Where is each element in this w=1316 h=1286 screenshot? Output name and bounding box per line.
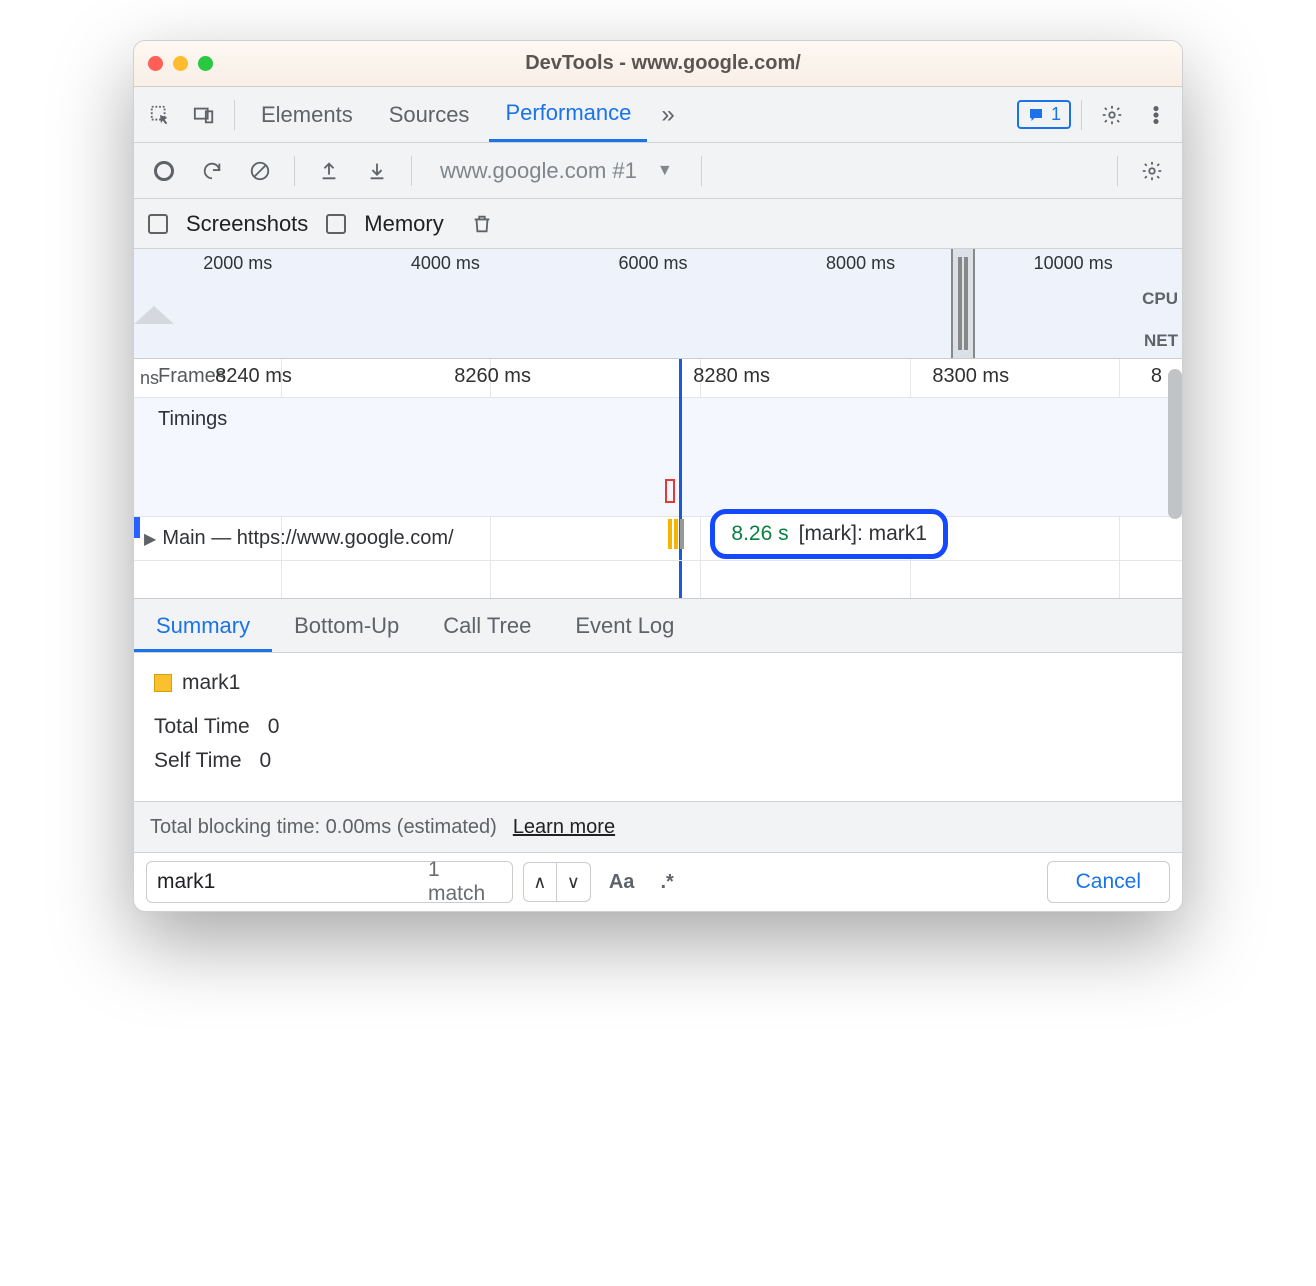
screenshots-checkbox[interactable] — [148, 214, 168, 234]
subtab-calltree[interactable]: Call Tree — [421, 599, 553, 652]
details-tabbar: Summary Bottom-Up Call Tree Event Log — [134, 599, 1182, 653]
flame-ticks: 8240 ms 8260 ms 8280 ms 8300 ms 8 — [134, 365, 1182, 388]
overview-ticks: 2000 ms 4000 ms 6000 ms 8000 ms 10000 ms — [134, 253, 1182, 274]
recording-name: www.google.com #1 — [440, 158, 637, 184]
devtools-window: DevTools - www.google.com/ Elements Sour… — [133, 40, 1183, 912]
tick: 8240 ms — [134, 365, 373, 388]
flame-chart[interactable]: ns Frames 8240 ms 8260 ms 8280 ms 8300 m… — [134, 359, 1182, 599]
timings-label: Timings — [158, 408, 227, 431]
cpu-sparkline — [134, 296, 1182, 326]
screenshots-label: Screenshots — [186, 211, 308, 237]
clear-icon[interactable] — [240, 151, 280, 191]
blocking-time-bar: Total blocking time: 0.00ms (estimated) … — [134, 801, 1182, 853]
titlebar: DevTools - www.google.com/ — [134, 41, 1182, 87]
total-time-label: Total Time — [154, 715, 250, 739]
minimize-window-icon[interactable] — [173, 56, 188, 71]
timing-marker[interactable] — [665, 479, 675, 503]
search-bar: 1 match ∧ ∨ Aa .* Cancel — [134, 853, 1182, 911]
time-cursor[interactable] — [679, 359, 682, 598]
timings-row[interactable]: Timings — [134, 397, 1182, 517]
close-window-icon[interactable] — [148, 56, 163, 71]
more-tabs-icon[interactable]: » — [651, 101, 684, 129]
reload-icon[interactable] — [192, 151, 232, 191]
dropdown-icon: ▼ — [657, 162, 673, 180]
flame-header: ns Frames 8240 ms 8260 ms 8280 ms 8300 m… — [134, 359, 1182, 397]
self-time-label: Self Time — [154, 749, 242, 773]
regex-toggle[interactable]: .* — [652, 871, 681, 894]
separator — [1117, 156, 1118, 186]
settings-icon[interactable] — [1092, 95, 1132, 135]
blocking-text: Total blocking time: 0.00ms (estimated) — [150, 816, 497, 839]
scrollbar[interactable] — [1168, 369, 1182, 519]
main-thread-label: Main — https://www.google.com/ — [162, 527, 453, 550]
tick: 8260 ms — [373, 365, 612, 388]
separator — [234, 100, 235, 130]
callout-label: [mark]: mark1 — [799, 522, 927, 546]
separator — [1081, 100, 1082, 130]
tick: 10000 ms — [1034, 253, 1113, 274]
subtab-bottomup[interactable]: Bottom-Up — [272, 599, 421, 652]
tick: 4000 ms — [411, 253, 480, 274]
cancel-button[interactable]: Cancel — [1047, 861, 1170, 903]
window-title: DevTools - www.google.com/ — [213, 52, 1113, 75]
mark-callout[interactable]: 8.26 s [mark]: mark1 — [710, 509, 948, 559]
tick: 8280 ms — [612, 365, 851, 388]
main-thread-row[interactable]: ▶ Main — https://www.google.com/ — [134, 517, 1182, 561]
net-label: NET — [1144, 331, 1178, 351]
case-toggle[interactable]: Aa — [601, 871, 643, 894]
learn-more-link[interactable]: Learn more — [513, 816, 615, 839]
gc-icon[interactable] — [462, 204, 502, 244]
subtab-eventlog[interactable]: Event Log — [553, 599, 696, 652]
recording-selector[interactable]: www.google.com #1 ▼ — [426, 158, 687, 184]
summary-panel: mark1 Total Time 0 Self Time 0 — [134, 653, 1182, 801]
color-swatch — [154, 674, 172, 692]
task-stripes — [668, 519, 684, 549]
performance-toolbar: www.google.com #1 ▼ — [134, 143, 1182, 199]
total-time-value: 0 — [268, 715, 280, 739]
inspect-element-icon[interactable] — [140, 95, 180, 135]
tick: 8000 ms — [826, 253, 895, 274]
capture-settings-icon[interactable] — [1132, 151, 1172, 191]
tab-sources[interactable]: Sources — [373, 87, 486, 142]
memory-label: Memory — [364, 211, 443, 237]
tab-performance[interactable]: Performance — [489, 87, 647, 142]
search-input[interactable] — [157, 870, 428, 894]
tick: 6000 ms — [618, 253, 687, 274]
separator — [411, 156, 412, 186]
self-time-row: Self Time 0 — [154, 749, 1162, 773]
zoom-window-icon[interactable] — [198, 56, 213, 71]
separator — [701, 156, 702, 186]
search-nav: ∧ ∨ — [523, 862, 591, 902]
download-icon[interactable] — [357, 151, 397, 191]
callout-time: 8.26 s — [731, 522, 788, 546]
summary-name-row: mark1 — [154, 671, 1162, 695]
expand-icon[interactable]: ▶ — [144, 529, 156, 549]
summary-name: mark1 — [182, 671, 240, 695]
subtab-summary[interactable]: Summary — [134, 599, 272, 652]
issues-badge[interactable]: 1 — [1017, 100, 1071, 129]
overview-timeline[interactable]: 2000 ms 4000 ms 6000 ms 8000 ms 10000 ms… — [134, 249, 1182, 359]
main-tabbar: Elements Sources Performance » 1 — [134, 87, 1182, 143]
memory-checkbox[interactable] — [326, 214, 346, 234]
next-match-button[interactable]: ∨ — [557, 862, 591, 902]
record-icon[interactable] — [144, 151, 184, 191]
tick: 2000 ms — [203, 253, 272, 274]
separator — [294, 156, 295, 186]
prev-match-button[interactable]: ∧ — [523, 862, 557, 902]
total-time-row: Total Time 0 — [154, 715, 1162, 739]
match-count: 1 match — [428, 858, 496, 906]
kebab-menu-icon[interactable] — [1136, 95, 1176, 135]
tab-elements[interactable]: Elements — [245, 87, 369, 142]
capture-options: Screenshots Memory — [134, 199, 1182, 249]
upload-icon[interactable] — [309, 151, 349, 191]
issues-count: 1 — [1051, 104, 1061, 125]
search-box: 1 match — [146, 861, 513, 903]
device-toolbar-icon[interactable] — [184, 95, 224, 135]
window-controls — [148, 56, 213, 71]
self-time-value: 0 — [260, 749, 272, 773]
tick: 8300 ms — [851, 365, 1090, 388]
